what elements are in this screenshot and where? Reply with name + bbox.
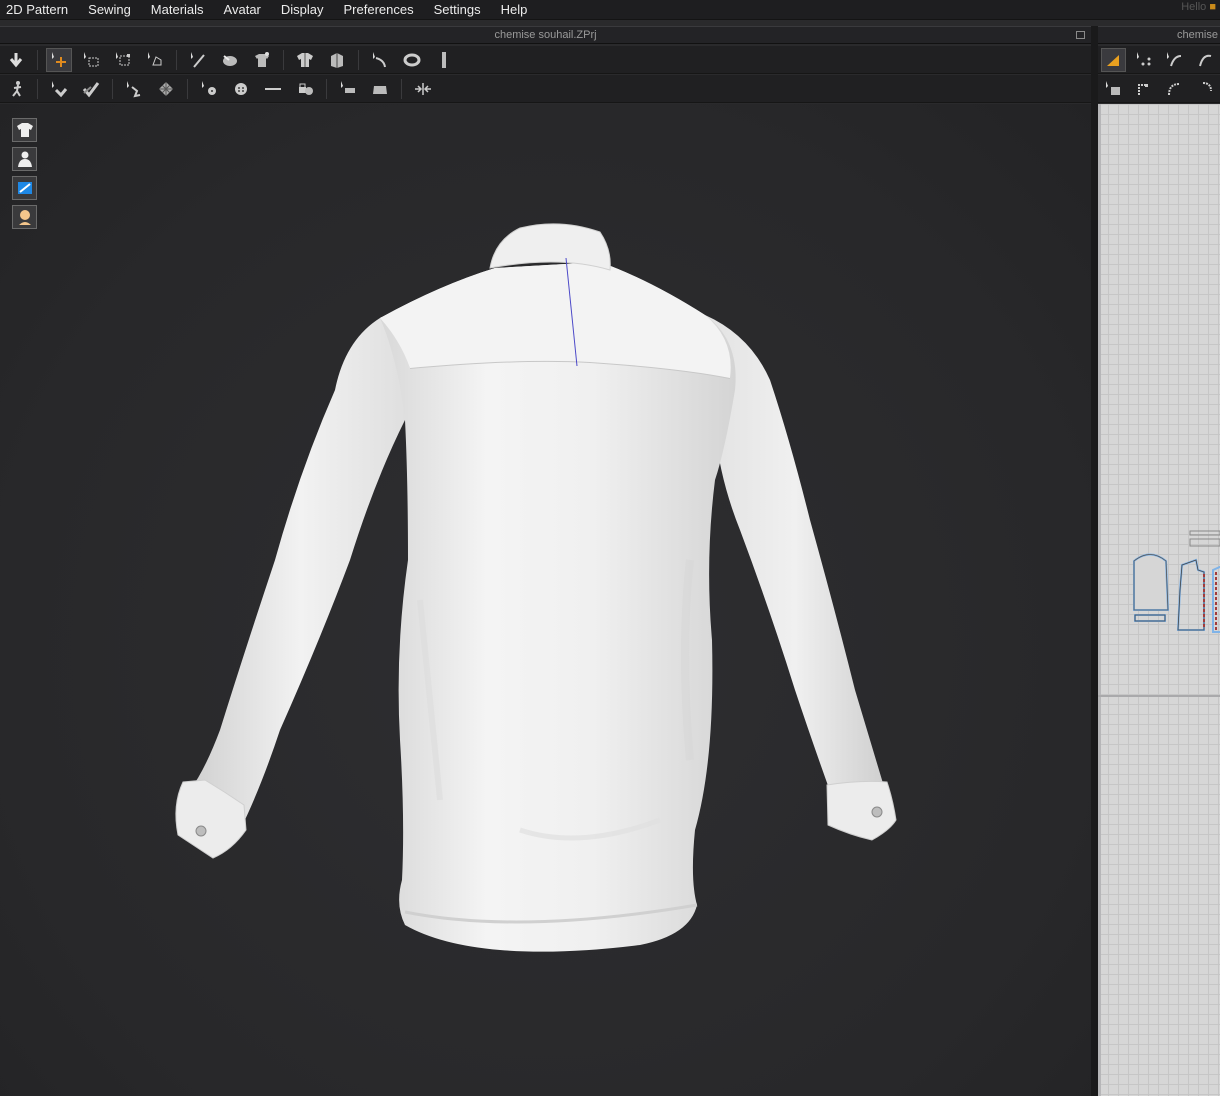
user-indicator: ■ <box>1209 1 1216 13</box>
menu-avatar[interactable]: Avatar <box>214 2 271 18</box>
pattern-collar[interactable] <box>1189 538 1220 547</box>
transform-pattern-icon[interactable] <box>110 48 136 72</box>
fold-flat-icon[interactable] <box>367 77 393 101</box>
greeting-text: Hello <box>1181 1 1207 13</box>
display-toggle-panel <box>12 118 37 229</box>
select-mesh-box-icon[interactable] <box>78 48 104 72</box>
toolbar-separator <box>112 78 113 99</box>
toolbar-separator <box>401 78 402 99</box>
select-move-icon[interactable] <box>46 47 72 72</box>
buttonhole-icon[interactable] <box>260 77 286 101</box>
shrink-icon[interactable] <box>410 77 436 101</box>
polygon-icon[interactable] <box>1101 77 1126 101</box>
pattern-collar-band[interactable] <box>1189 530 1220 536</box>
pattern-cuff[interactable] <box>1134 614 1166 622</box>
toolbar-separator <box>37 78 38 99</box>
edit-point-icon[interactable] <box>1132 48 1156 72</box>
pattern-sleeve[interactable] <box>1133 553 1170 611</box>
button-lock-icon[interactable] <box>292 77 318 101</box>
button-icon[interactable] <box>228 77 254 101</box>
pin-icon[interactable] <box>185 48 211 72</box>
toolbar-3d-main <box>0 46 1091 74</box>
menu-display[interactable]: Display <box>271 2 334 18</box>
yoke <box>380 262 731 378</box>
menu-materials[interactable]: Materials <box>141 2 214 18</box>
right-cuff <box>826 780 897 841</box>
internal-polygon-icon[interactable] <box>1193 77 1218 101</box>
left-sleeve <box>190 318 411 830</box>
menu-2d-pattern[interactable]: 2D Pattern <box>0 2 78 18</box>
menu-bar: 2D Pattern Sewing Materials Avatar Displ… <box>0 0 1220 20</box>
fabric-grid-icon[interactable] <box>153 77 179 101</box>
pattern-layout[interactable] <box>1098 104 1220 1096</box>
user-greeting[interactable]: Hello ■ <box>1181 1 1216 13</box>
window-title-3d-text: chemise souhail.ZPrj <box>494 29 597 41</box>
tack-icon[interactable] <box>217 48 243 72</box>
right-cuff-button <box>871 806 883 818</box>
toolbar-separator <box>358 49 359 70</box>
strap-icon[interactable] <box>367 48 393 72</box>
pattern-back-inner <box>1177 559 1205 631</box>
show-garment-icon[interactable] <box>12 118 37 142</box>
rectangle-icon[interactable] <box>1132 77 1157 101</box>
toolbar-separator <box>326 78 327 99</box>
toolbar-separator <box>176 49 177 70</box>
fold-arrangement-icon[interactable] <box>249 48 275 72</box>
show-avatar-icon[interactable] <box>12 147 37 171</box>
menu-help[interactable]: Help <box>491 2 538 18</box>
edit-pattern-icon[interactable] <box>1101 47 1126 72</box>
toolbar-separator <box>37 49 38 70</box>
belt-icon[interactable] <box>399 48 425 72</box>
measure-icon[interactable] <box>121 77 147 101</box>
toolbar-separator <box>187 78 188 99</box>
ruler-icon[interactable] <box>431 48 457 72</box>
menu-settings[interactable]: Settings <box>424 2 491 18</box>
menu-preferences[interactable]: Preferences <box>334 2 424 18</box>
window-divider[interactable] <box>1091 26 1098 1096</box>
toolbar-separator <box>283 49 284 70</box>
menu-sewing[interactable]: Sewing <box>78 2 141 18</box>
add-button-icon[interactable] <box>196 77 222 101</box>
viewport-2d[interactable] <box>1098 104 1220 1096</box>
toolbar-3d-secondary <box>0 75 1091 103</box>
garment-3d-view[interactable] <box>0 104 1091 1096</box>
window-title-2d: chemise <box>1098 26 1220 44</box>
restore-window-icon[interactable] <box>1076 31 1085 39</box>
flatten-icon[interactable] <box>142 48 168 72</box>
fitting-icon[interactable] <box>3 77 29 101</box>
steam-icon[interactable] <box>46 77 72 101</box>
arrangement-icon[interactable] <box>324 48 350 72</box>
show-garment-icon[interactable] <box>292 48 318 72</box>
collar <box>489 223 611 271</box>
fold-icon[interactable] <box>335 77 361 101</box>
simulation-icon[interactable] <box>3 48 29 72</box>
left-cuff-button <box>195 825 207 837</box>
app-window: 2D Pattern Sewing Materials Avatar Displ… <box>0 0 1220 1096</box>
window-title-3d: chemise souhail.ZPrj <box>0 26 1091 44</box>
iron-icon[interactable] <box>78 77 104 101</box>
window-title-2d-text: chemise <box>1177 29 1218 41</box>
toolbar-2d-main <box>1098 46 1220 74</box>
show-3d-pen-icon[interactable] <box>12 176 37 200</box>
show-skin-icon[interactable] <box>12 205 37 229</box>
toolbar-2d-secondary <box>1098 75 1220 103</box>
circle-icon[interactable] <box>1162 77 1187 101</box>
edit-curvature-icon[interactable] <box>1162 48 1186 72</box>
curve-point-icon[interactable] <box>1193 48 1217 72</box>
viewport-3d[interactable] <box>0 104 1091 1096</box>
